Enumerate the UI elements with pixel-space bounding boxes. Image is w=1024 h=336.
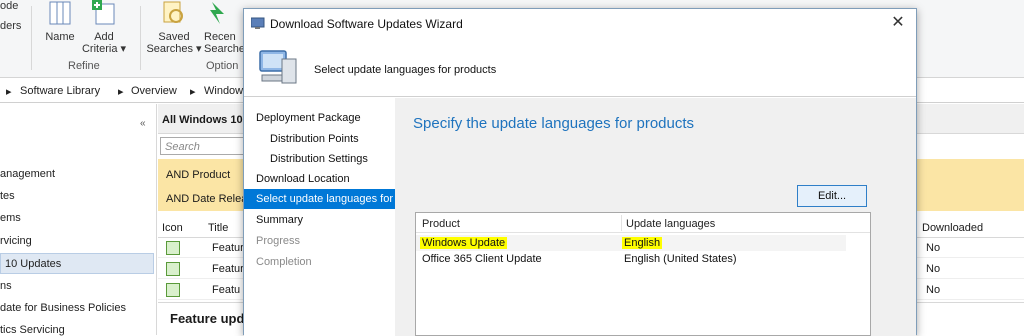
list-header: Product Update languages <box>416 213 870 233</box>
update-icon <box>166 241 180 255</box>
criteria-product[interactable]: AND Product <box>166 169 230 181</box>
step-progress: Progress <box>256 235 301 247</box>
close-icon[interactable]: ✕ <box>888 13 908 33</box>
chevron-right-icon: ▸ <box>118 86 124 98</box>
step-download-location[interactable]: Download Location <box>244 169 395 189</box>
step-distribution-settings[interactable]: Distribution Settings <box>244 149 395 169</box>
column-icon-header[interactable]: Icon <box>162 222 183 234</box>
product-languages: English <box>622 237 663 249</box>
nav-item-selected[interactable]: 10 Updates <box>0 253 154 274</box>
nav-item[interactable]: tes <box>0 190 15 202</box>
nav-item[interactable]: tics Servicing <box>0 324 65 336</box>
ribbon-separator <box>140 6 141 70</box>
product-language-list: Product Update languages Windows Update … <box>415 212 871 336</box>
column-languages-header[interactable]: Update languages <box>626 218 715 230</box>
recent-searches-label-2: Searche <box>204 43 245 55</box>
ribbon-partial-label: ode <box>0 0 19 12</box>
nav-item-label: 10 Updates <box>5 258 62 270</box>
wizard-steps: Deployment Package Distribution Points D… <box>244 98 395 336</box>
ribbon-separator <box>31 6 32 70</box>
collapse-icon[interactable]: « <box>140 118 146 129</box>
row-downloaded: No <box>926 242 941 254</box>
breadcrumb-item[interactable]: Overview <box>131 85 177 97</box>
column-downloaded-header[interactable]: Downloaded <box>922 222 983 234</box>
chevron-right-icon: ▸ <box>190 86 196 98</box>
list-item[interactable]: Office 365 Client Update English (United… <box>416 251 846 267</box>
add-criteria-icon <box>92 0 115 25</box>
chevron-right-icon: ▸ <box>6 86 12 98</box>
step-summary[interactable]: Summary <box>244 210 395 230</box>
column-divider[interactable] <box>621 215 622 231</box>
update-icon <box>166 283 180 297</box>
nav-item[interactable]: ns <box>0 280 12 292</box>
saved-searches-label: Saved <box>158 31 190 43</box>
step-distribution-points[interactable]: Distribution Points <box>244 129 395 149</box>
saved-search-icon <box>163 1 183 23</box>
recent-search-icon <box>210 2 224 24</box>
wizard-titlebar[interactable]: Download Software Updates Wizard ✕ <box>244 9 916 37</box>
edit-button[interactable]: Edit... <box>797 185 867 207</box>
navigation-pane: « anagement tes ems rvicing 10 Updates n… <box>0 104 157 336</box>
add-criteria-label: Add <box>94 31 114 43</box>
column-product-header[interactable]: Product <box>422 218 460 230</box>
name-button[interactable]: Name <box>40 0 80 43</box>
wizard-header: Select update languages for products <box>244 37 916 97</box>
computer-icon <box>259 50 297 84</box>
saved-searches-label-2: Searches ▾ <box>146 43 202 55</box>
add-criteria-button[interactable]: Add Criteria ▾ <box>80 0 128 55</box>
name-button-label: Name <box>45 31 75 43</box>
saved-searches-button[interactable]: Saved Searches ▾ <box>146 0 202 55</box>
nav-item[interactable]: ems <box>0 212 21 224</box>
page-heading: Specify the update languages for product… <box>413 115 695 132</box>
breadcrumb-item[interactable]: Window <box>204 85 243 97</box>
nav-item[interactable]: rvicing <box>0 235 32 247</box>
recent-searches-label: Recen <box>204 31 236 43</box>
breadcrumb-item[interactable]: Software Library <box>20 85 100 97</box>
column-title-header[interactable]: Title <box>208 222 228 234</box>
ribbon-partial-label: ders <box>0 20 22 32</box>
ribbon-group-options: Option <box>206 60 239 72</box>
nav-item[interactable]: date for Business Policies <box>0 302 126 314</box>
recent-searches-button[interactable]: Recen Searche <box>204 0 245 55</box>
wizard-app-icon <box>251 17 265 29</box>
step-select-languages[interactable]: Select update languages for <box>244 189 395 209</box>
nav-item[interactable]: anagement <box>0 168 55 180</box>
column-icon <box>49 1 71 25</box>
product-name: Office 365 Client Update <box>422 253 542 265</box>
step-deployment-package[interactable]: Deployment Package <box>244 108 395 128</box>
update-icon <box>166 262 180 276</box>
row-downloaded: No <box>926 263 941 275</box>
product-languages: English (United States) <box>624 253 737 265</box>
step-completion: Completion <box>256 256 312 268</box>
criteria-date[interactable]: AND Date Relea <box>166 193 247 205</box>
wizard-subtitle: Select update languages for products <box>314 64 497 76</box>
wizard-title: Download Software Updates Wizard <box>270 17 463 31</box>
product-name: Windows Update <box>420 237 508 249</box>
row-title: Featur <box>212 263 244 275</box>
row-title: Featu <box>212 284 241 296</box>
row-downloaded: No <box>926 284 941 296</box>
list-item[interactable]: Windows Update English <box>416 235 846 251</box>
download-updates-wizard: Download Software Updates Wizard ✕ Selec… <box>243 8 917 336</box>
add-criteria-label-2: Criteria ▾ <box>81 43 127 55</box>
wizard-content: Specify the update languages for product… <box>395 98 916 336</box>
ribbon-group-refine: Refine <box>68 60 100 72</box>
